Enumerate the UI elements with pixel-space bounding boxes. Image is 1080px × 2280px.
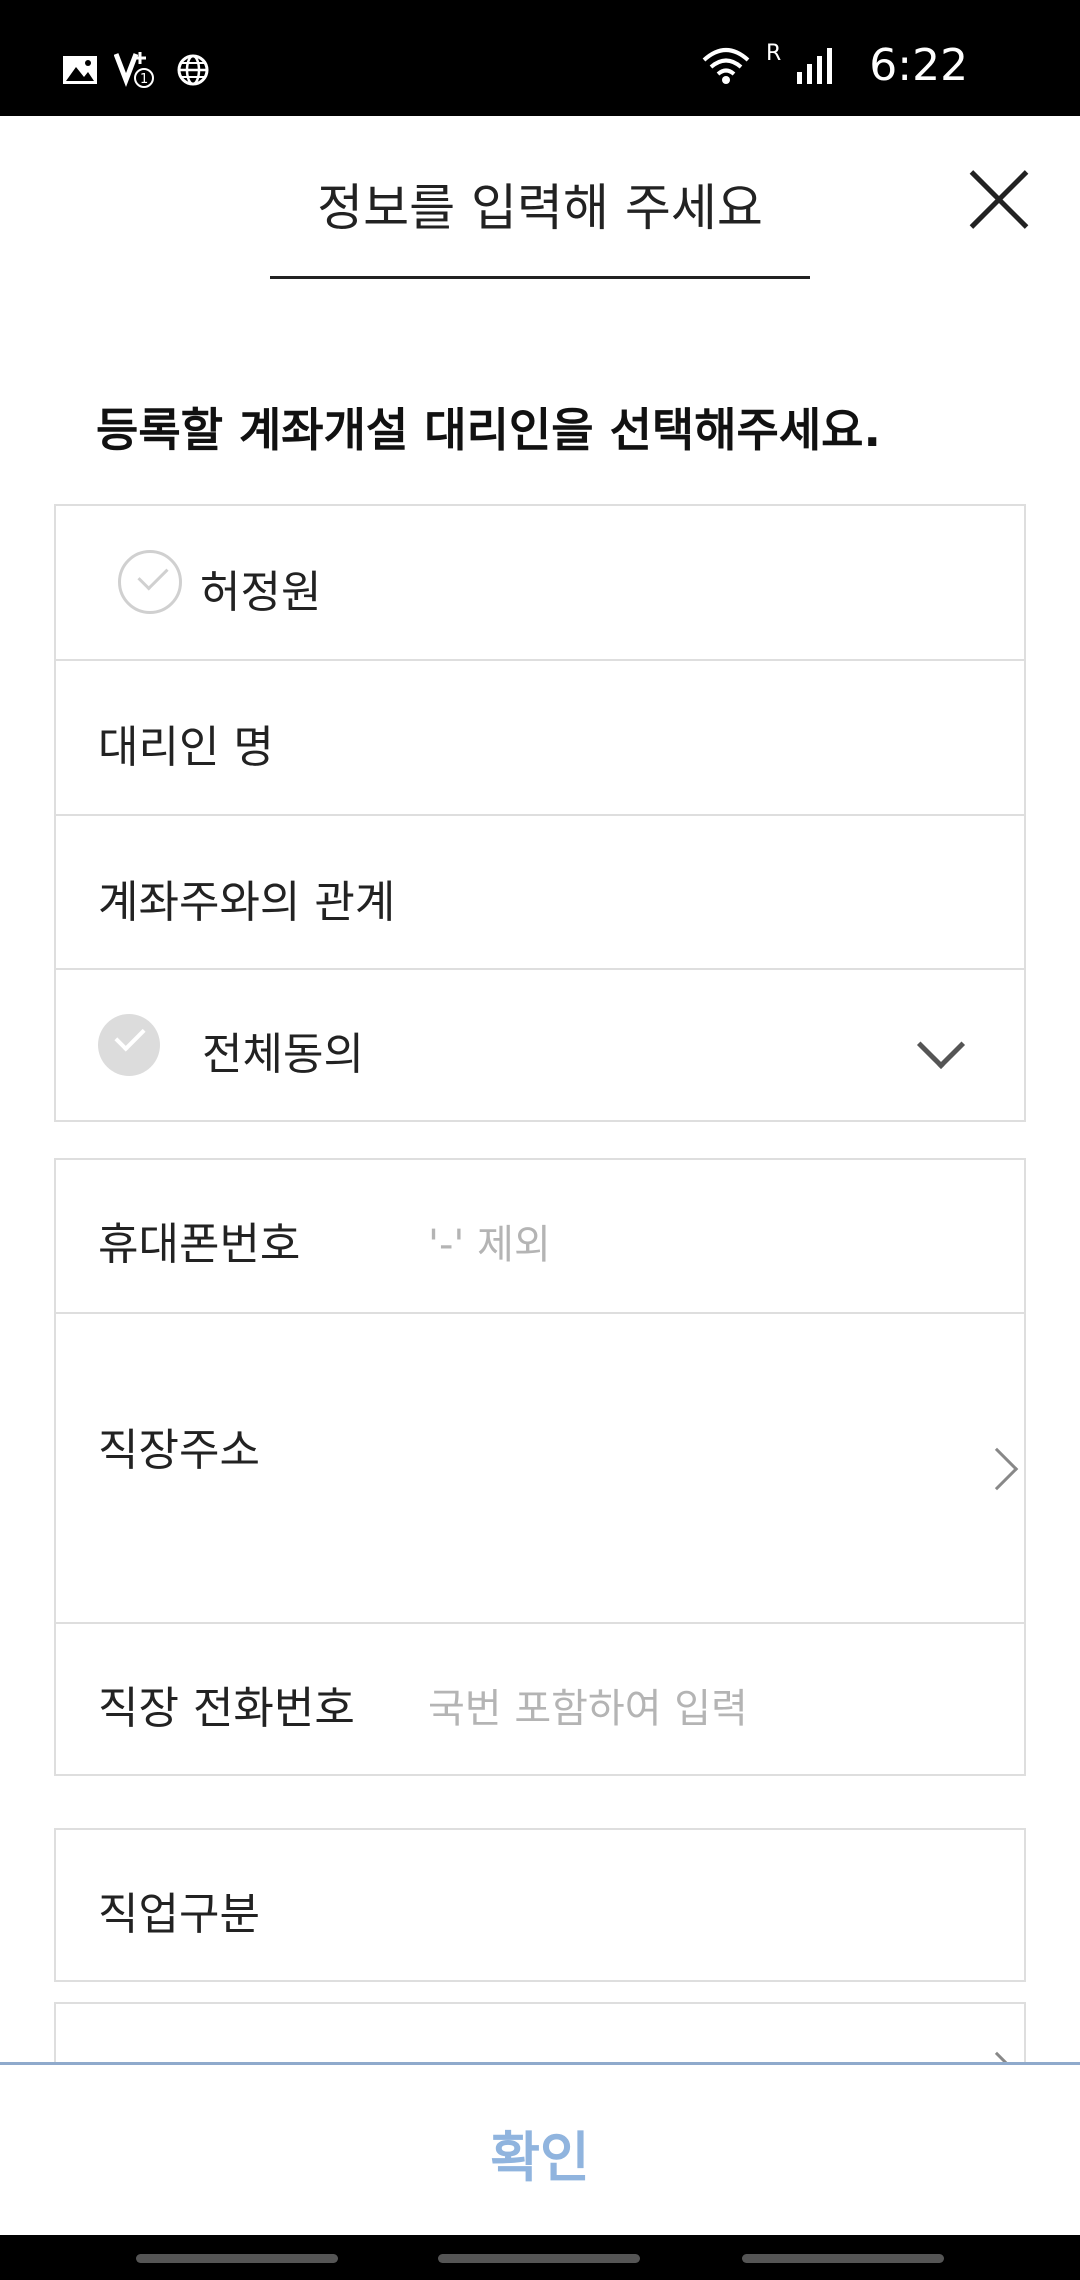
chevron-down-icon[interactable] xyxy=(916,1020,966,1070)
relation-row[interactable]: 계좌주와의 관계 xyxy=(56,816,1024,970)
phone-row[interactable]: 휴대폰번호 '-' 제외 xyxy=(56,1160,1024,1314)
agent-card: 허정원 대리인 명 계좌주와의 관계 전체동의 xyxy=(54,504,1026,1122)
job-type-label: 직업구분 xyxy=(98,1889,260,1940)
nav-home-pill[interactable] xyxy=(438,2254,640,2263)
wifi-icon xyxy=(702,47,750,84)
relation-label: 계좌주와의 관계 xyxy=(98,877,396,928)
network-label: R xyxy=(766,41,782,66)
work-phone-row[interactable]: 직장 전화번호 국번 포함하여 입력 xyxy=(56,1624,1024,1774)
agree-all-row[interactable]: 전체동의 xyxy=(56,970,1024,1120)
nav-recents-pill[interactable] xyxy=(742,2254,944,2263)
header: 정보를 입력해 주세요 xyxy=(0,116,1080,286)
title-underline xyxy=(270,276,810,279)
status-left-icons: 1 xyxy=(62,50,210,90)
footer: 확인 xyxy=(0,2065,1080,2235)
confirm-button[interactable]: 확인 xyxy=(0,2113,1080,2192)
status-right-icons: R 6:22 xyxy=(700,40,968,91)
chevron-right-icon[interactable] xyxy=(975,1447,1019,1491)
work-phone-input[interactable]: 국번 포함하여 입력 xyxy=(428,1676,748,1734)
contact-card: 휴대폰번호 '-' 제외 직장주소 직장 전화번호 국번 포함하여 입력 xyxy=(54,1158,1026,1776)
agent-selected-name: 허정원 xyxy=(200,567,322,618)
work-address-label: 직장주소 xyxy=(98,1425,260,1476)
agree-check-icon[interactable] xyxy=(98,1014,160,1076)
volte-icon: 1 xyxy=(114,52,154,88)
close-button[interactable] xyxy=(966,166,1032,232)
navigation-bar xyxy=(0,2235,1080,2280)
status-time: 6:22 xyxy=(869,40,969,91)
nav-back-pill[interactable] xyxy=(136,2254,338,2263)
agent-name-row[interactable]: 대리인 명 xyxy=(56,661,1024,816)
job-card: 직업구분 xyxy=(54,1828,1026,1982)
agent-select-row[interactable]: 허정원 xyxy=(56,506,1024,661)
job-type-row[interactable]: 직업구분 xyxy=(56,1830,1024,1980)
gallery-icon xyxy=(63,56,97,84)
globe-icon xyxy=(177,54,209,86)
work-address-row[interactable]: 직장주소 xyxy=(56,1314,1024,1624)
page-title: 정보를 입력해 주세요 xyxy=(317,179,763,237)
phone-input[interactable]: '-' 제외 xyxy=(428,1212,551,1270)
section-title: 등록할 계좌개설 대리인을 선택해주세요. xyxy=(96,403,881,457)
radio-check-icon[interactable] xyxy=(118,550,182,614)
status-bar: 1 R 6:22 xyxy=(0,0,1080,116)
svg-text:1: 1 xyxy=(140,72,148,87)
work-phone-label: 직장 전화번호 xyxy=(98,1683,355,1734)
agree-all-label: 전체동의 xyxy=(202,1029,364,1080)
phone-label: 휴대폰번호 xyxy=(98,1219,301,1270)
agent-name-label: 대리인 명 xyxy=(98,722,274,773)
signal-icon xyxy=(797,47,833,84)
